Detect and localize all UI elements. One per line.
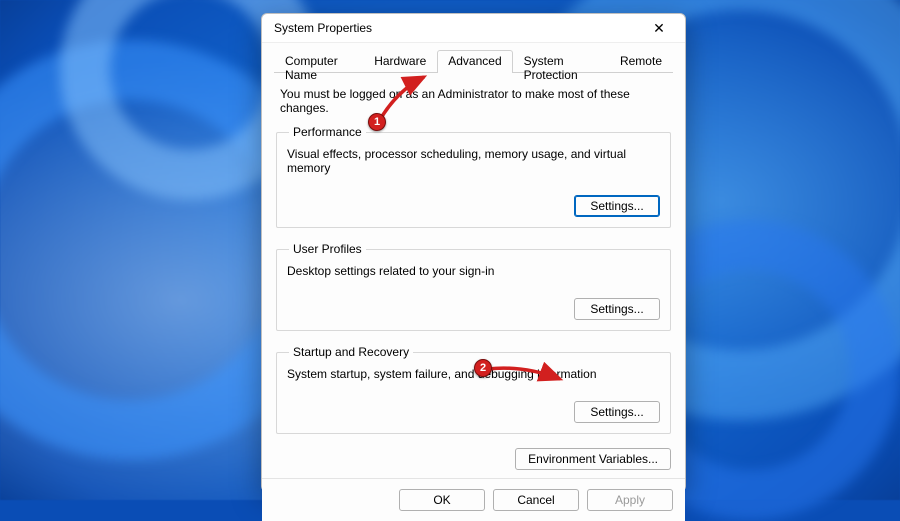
- group-startup-recovery: Startup and Recovery System startup, sys…: [276, 345, 671, 434]
- group-user-profiles-legend: User Profiles: [289, 242, 366, 256]
- group-startup-legend: Startup and Recovery: [289, 345, 413, 359]
- tab-system-protection[interactable]: System Protection: [513, 50, 609, 73]
- group-performance-legend: Performance: [289, 125, 366, 139]
- apply-button[interactable]: Apply: [587, 489, 673, 511]
- close-icon: ✕: [653, 21, 665, 35]
- tab-advanced[interactable]: Advanced: [437, 50, 512, 73]
- system-properties-dialog: System Properties ✕ Computer Name Hardwa…: [261, 13, 686, 492]
- environment-variables-button[interactable]: Environment Variables...: [515, 448, 671, 470]
- tabstrip: Computer Name Hardware Advanced System P…: [274, 49, 673, 73]
- close-button[interactable]: ✕: [639, 14, 679, 42]
- group-performance: Performance Visual effects, processor sc…: [276, 125, 671, 228]
- user-profiles-settings-button[interactable]: Settings...: [574, 298, 660, 320]
- group-user-profiles: User Profiles Desktop settings related t…: [276, 242, 671, 331]
- tab-remote[interactable]: Remote: [609, 50, 673, 73]
- group-user-profiles-desc: Desktop settings related to your sign-in: [287, 264, 660, 278]
- startup-settings-button[interactable]: Settings...: [574, 401, 660, 423]
- window-title: System Properties: [274, 21, 639, 35]
- cancel-button[interactable]: Cancel: [493, 489, 579, 511]
- annotation-badge-1: 1: [368, 113, 386, 131]
- tab-computer-name[interactable]: Computer Name: [274, 50, 363, 73]
- client-area: Computer Name Hardware Advanced System P…: [262, 43, 685, 478]
- tab-hardware[interactable]: Hardware: [363, 50, 437, 73]
- group-performance-desc: Visual effects, processor scheduling, me…: [287, 147, 660, 175]
- annotation-badge-2: 2: [474, 359, 492, 377]
- admin-info-text: You must be logged on as an Administrato…: [280, 87, 669, 115]
- ok-button[interactable]: OK: [399, 489, 485, 511]
- performance-settings-button[interactable]: Settings...: [574, 195, 660, 217]
- titlebar: System Properties ✕: [262, 14, 685, 43]
